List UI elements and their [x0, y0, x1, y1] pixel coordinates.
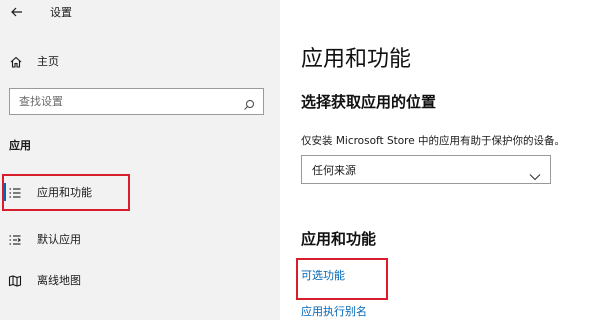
home-icon [9, 54, 23, 68]
offline-maps-icon [8, 273, 22, 287]
choose-location-heading: 选择获取应用的位置 [301, 93, 437, 111]
default-apps-icon [8, 232, 22, 246]
sidebar-item-label: 离线地图 [37, 274, 81, 287]
apps-features-section-heading: 应用和功能 [301, 230, 377, 248]
search-input[interactable] [19, 95, 219, 108]
main-content: 应用和功能 选择获取应用的位置 仅安装 Microsoft Store 中的应用… [280, 0, 600, 320]
app-source-dropdown[interactable]: 任何来源 [301, 155, 551, 184]
sidebar-item-label: 主页 [37, 55, 59, 68]
optional-features-link[interactable]: 可选功能 [301, 267, 345, 283]
sidebar-item-offline-maps[interactable]: 离线地图 [8, 270, 81, 290]
sidebar: 设置 主页 应用 [0, 0, 280, 320]
back-arrow-icon [10, 5, 24, 19]
sidebar-item-home[interactable]: 主页 [9, 53, 59, 69]
page-title: 应用和功能 [301, 47, 412, 72]
install-source-description: 仅安装 Microsoft Store 中的应用有助于保护你的设备。 [301, 135, 566, 147]
back-button[interactable] [10, 2, 24, 22]
sidebar-item-label: 默认应用 [37, 233, 81, 246]
app-execution-alias-link[interactable]: 应用执行别名 [301, 303, 367, 319]
search-icon[interactable] [243, 96, 255, 110]
dropdown-selected-value: 任何来源 [312, 163, 356, 177]
window-title: 设置 [50, 6, 72, 19]
search-box[interactable] [9, 88, 264, 115]
sidebar-item-default-apps[interactable]: 默认应用 [8, 229, 81, 249]
highlight-outline [2, 174, 130, 211]
sidebar-section-heading: 应用 [9, 139, 31, 152]
chevron-down-icon [529, 166, 541, 180]
settings-window: 设置 主页 应用 [0, 0, 600, 320]
